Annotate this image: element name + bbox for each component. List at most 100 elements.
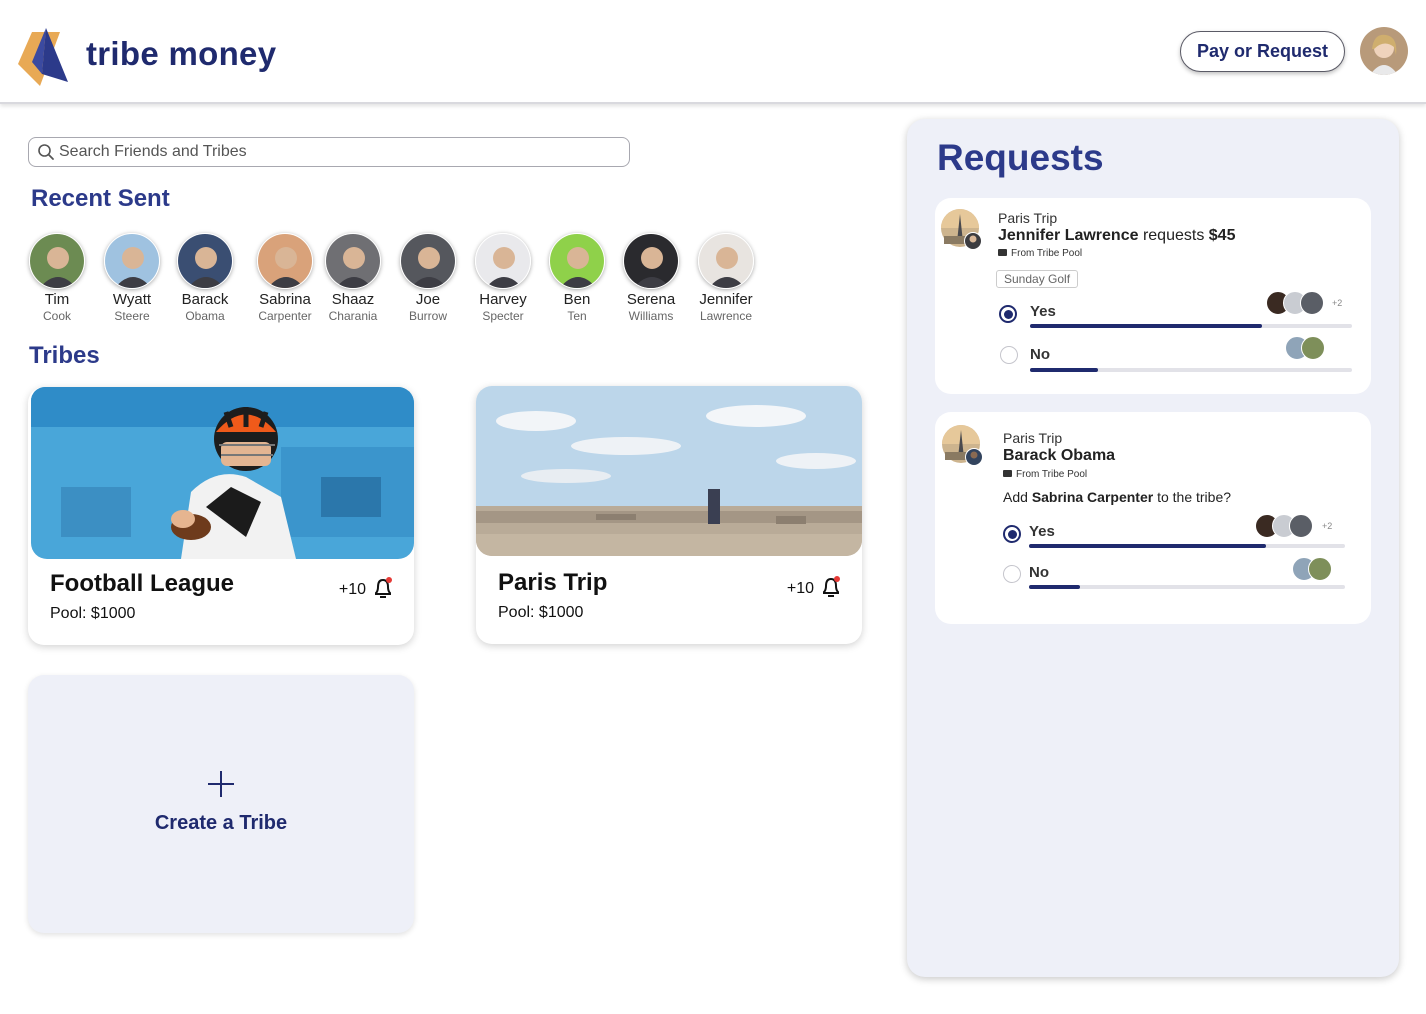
vote-no-radio[interactable]: [1003, 565, 1021, 583]
friend-first-name: Jennifer: [699, 291, 753, 308]
plus-icon: [208, 771, 234, 797]
wallet-icon: [1003, 470, 1012, 477]
vote-yes-label: Yes: [1029, 523, 1055, 540]
recent-friend-barack[interactable]: Barack Obama: [167, 233, 243, 324]
create-tribe-button[interactable]: Create a Tribe: [28, 675, 414, 933]
request-source-label: From Tribe Pool: [1016, 469, 1088, 480]
friend-first-name: Harvey: [479, 291, 527, 308]
tribe-money-logo[interactable]: [16, 26, 74, 88]
friend-avatar: [257, 233, 313, 289]
bell-icon[interactable]: [820, 575, 842, 599]
brand-name: tribe money: [86, 35, 277, 72]
request-card: Paris Trip Jennifer Lawrence requests $4…: [935, 198, 1371, 394]
request-amount: $45: [1208, 227, 1236, 244]
friend-last-name: Ten: [567, 309, 587, 323]
friend-avatar: [177, 233, 233, 289]
pay-or-request-button[interactable]: Pay or Request: [1180, 31, 1345, 72]
vote-yes-radio[interactable]: [999, 305, 1017, 323]
tribe-card-paris-trip[interactable]: Paris Trip Pool: $1000 +10: [476, 386, 862, 644]
voter-avatar: [1301, 336, 1325, 360]
tribe-pool: Pool: $1000: [498, 604, 584, 621]
friend-first-name: Serena: [626, 291, 676, 308]
create-tribe-label: Create a Tribe: [154, 812, 288, 834]
vote-no-bar: [1030, 368, 1352, 372]
recent-friend-shaaz[interactable]: Shaaz Charania: [315, 233, 391, 324]
recent-friend-jennifer[interactable]: Jennifer Lawrence: [688, 233, 764, 324]
recent-friend-serena[interactable]: Serena Williams: [613, 233, 689, 324]
request-tribe-name: Paris Trip: [1003, 430, 1063, 446]
vote-yes-fill: [1030, 324, 1262, 328]
request-action: requests: [1142, 227, 1205, 244]
vote-yes-label: Yes: [1030, 303, 1056, 320]
recent-friend-ben[interactable]: Ben Ten: [539, 233, 615, 324]
vote-no-label: No: [1030, 346, 1050, 363]
recent-friend-sabrina[interactable]: Sabrina Carpenter: [247, 233, 323, 324]
bell-icon[interactable]: [372, 576, 394, 600]
recent-sent-title: Recent Sent: [31, 185, 170, 212]
friend-avatar: [698, 233, 754, 289]
friend-first-name: Wyatt: [112, 291, 152, 308]
recent-friend-wyatt[interactable]: Wyatt Steere: [94, 233, 170, 324]
voter-avatar: [1308, 557, 1332, 581]
top-bar: tribe money Pay or Request: [0, 0, 1426, 104]
requester-name: Barack Obama: [1003, 447, 1116, 464]
more-voters-count: +2: [1332, 298, 1343, 308]
friend-last-name: Williams: [628, 309, 674, 323]
voter-avatar: [1289, 514, 1313, 538]
vote-no-fill: [1030, 368, 1098, 372]
friend-avatar: [104, 233, 160, 289]
tribe-image-football-league: [31, 387, 414, 559]
tribe-member-count: +10: [338, 581, 366, 598]
question-name: Sabrina Carpenter: [1031, 489, 1154, 505]
requester-name: Jennifer Lawrence: [998, 227, 1139, 244]
friend-last-name: Charania: [328, 309, 378, 323]
friend-avatar: [325, 233, 381, 289]
tribe-card-football-league[interactable]: Football League Pool: $1000 +10: [28, 387, 414, 645]
question-prefix: Add: [1003, 489, 1028, 505]
friend-first-name: Sabrina: [259, 291, 311, 308]
friend-last-name: Steere: [114, 309, 150, 323]
request-summary: Barack Obama: [1003, 447, 1115, 465]
search-bar[interactable]: [28, 137, 630, 167]
vote-no-fill: [1029, 585, 1080, 589]
friend-last-name: Burrow: [408, 309, 447, 323]
recent-friend-harvey[interactable]: Harvey Specter: [465, 233, 541, 324]
vote-yes-fill: [1029, 544, 1266, 548]
request-tribe-avatar: [941, 209, 982, 250]
tribes-title: Tribes: [29, 342, 100, 369]
tribe-member-count: +10: [786, 580, 814, 597]
vote-yes-bar: [1030, 324, 1352, 328]
request-question: Add Sabrina Carpenter to the tribe?: [1003, 489, 1231, 505]
friend-last-name: Obama: [185, 309, 225, 323]
vote-no-label: No: [1029, 564, 1049, 581]
request-source: From Tribe Pool: [998, 248, 1082, 259]
friend-last-name: Carpenter: [258, 309, 312, 323]
search-input[interactable]: [59, 141, 619, 163]
request-card: Paris Trip Barack Obama From Tribe Pool …: [935, 412, 1371, 624]
friend-first-name: Ben: [563, 291, 591, 308]
question-suffix: to the tribe?: [1157, 489, 1232, 505]
user-avatar[interactable]: [1360, 27, 1408, 75]
friend-avatar: [549, 233, 605, 289]
friend-last-name: Cook: [42, 309, 71, 323]
friend-first-name: Barack: [181, 291, 229, 308]
request-source: From Tribe Pool: [1003, 469, 1087, 480]
vote-yes-radio[interactable]: [1003, 525, 1021, 543]
request-tribe-avatar: [942, 425, 983, 466]
request-tag: Sunday Golf: [996, 270, 1079, 288]
vote-no-radio[interactable]: [1000, 346, 1018, 364]
tribe-image-paris-trip: [476, 386, 862, 556]
recent-friend-tim[interactable]: Tim Cook: [19, 233, 95, 324]
tribe-name: Paris Trip: [498, 569, 608, 596]
friend-avatar: [475, 233, 531, 289]
requests-panel: Requests Paris Trip Jennifer Lawrence re…: [907, 119, 1399, 977]
tribe-pool: Pool: $1000: [50, 605, 136, 622]
friend-last-name: Lawrence: [699, 309, 753, 323]
friend-avatar: [623, 233, 679, 289]
friend-first-name: Tim: [44, 291, 70, 308]
tribe-name: Football League: [50, 570, 235, 597]
friend-first-name: Shaaz: [331, 291, 375, 308]
requests-title: Requests: [937, 137, 1104, 178]
recent-friend-joe[interactable]: Joe Burrow: [390, 233, 466, 324]
request-source-label: From Tribe Pool: [1011, 248, 1083, 259]
